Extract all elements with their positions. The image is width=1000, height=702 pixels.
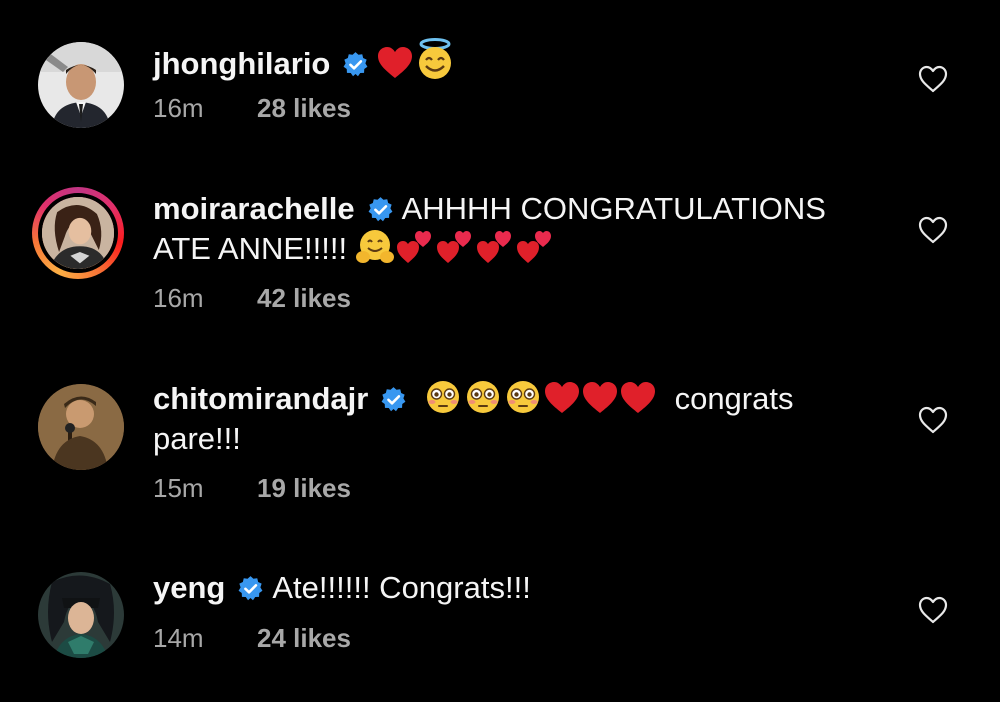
comment-meta: 16m 42 likes <box>153 283 351 313</box>
likes-count[interactable]: 42 likes <box>257 283 351 313</box>
two-hearts-emoji <box>396 229 434 265</box>
avatar <box>38 193 118 273</box>
comments-list: jhonghilario 16m 28 likes moirarachelle … <box>0 0 1000 702</box>
username[interactable]: yeng <box>153 570 225 605</box>
two-hearts-emoji <box>476 229 514 265</box>
timestamp: 16m <box>153 283 204 313</box>
red-heart-emoji <box>582 381 618 415</box>
avatar[interactable] <box>38 572 124 658</box>
comment-body: chitomirandajr congrats pare!!! <box>153 379 853 459</box>
red-heart-emoji <box>620 381 656 415</box>
red-heart-emoji <box>377 46 413 80</box>
verified-badge-icon <box>237 575 264 602</box>
flushed-face-emoji <box>424 379 462 415</box>
comment-body: moirarachelle AHHHH CONGRATULATIONS ATE A… <box>153 189 853 269</box>
comment-meta: 16m 28 likes <box>153 93 351 123</box>
username[interactable]: chitomirandajr <box>153 381 368 416</box>
like-heart-icon[interactable] <box>918 596 948 624</box>
like-heart-icon[interactable] <box>918 65 948 93</box>
comment-meta: 15m 19 likes <box>153 473 351 503</box>
like-heart-icon[interactable] <box>918 406 948 434</box>
timestamp: 15m <box>153 473 204 503</box>
smiling-face-with-halo-emoji <box>415 38 455 80</box>
comment-body: jhonghilario <box>153 38 853 84</box>
verified-badge-icon <box>367 196 394 223</box>
red-heart-emoji <box>544 381 580 415</box>
likes-count[interactable]: 24 likes <box>257 623 351 653</box>
timestamp: 16m <box>153 93 204 123</box>
verified-badge-icon <box>380 386 407 413</box>
flushed-face-emoji <box>504 379 542 415</box>
avatar[interactable] <box>38 384 124 470</box>
username[interactable]: jhonghilario <box>153 46 330 81</box>
avatar[interactable] <box>38 42 124 128</box>
avatar-story-ring[interactable] <box>32 187 124 279</box>
verified-badge-icon <box>342 51 369 78</box>
likes-count[interactable]: 28 likes <box>257 93 351 123</box>
timestamp: 14m <box>153 623 204 653</box>
flushed-face-emoji <box>464 379 502 415</box>
hugging-face-emoji <box>355 229 394 265</box>
like-heart-icon[interactable] <box>918 216 948 244</box>
comment-body: yeng Ate!!!!!! Congrats!!! <box>153 568 853 608</box>
username[interactable]: moirarachelle <box>153 191 355 226</box>
two-hearts-emoji <box>436 229 474 265</box>
two-hearts-emoji <box>516 229 554 265</box>
comment-text: Ate!!!!!! Congrats!!! <box>272 570 531 605</box>
likes-count[interactable]: 19 likes <box>257 473 351 503</box>
comment-meta: 14m 24 likes <box>153 623 351 653</box>
